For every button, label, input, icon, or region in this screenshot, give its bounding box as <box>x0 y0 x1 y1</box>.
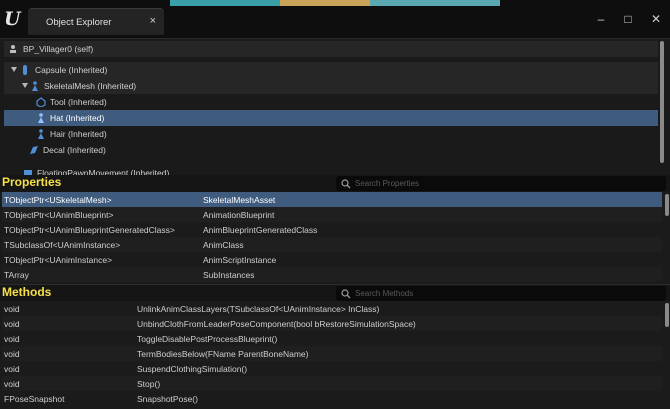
search-properties-input[interactable]: Search Properties <box>336 176 666 191</box>
skeletal-mesh-icon <box>38 129 44 139</box>
close-window-button[interactable]: ✕ <box>649 12 663 26</box>
property-type: TArray <box>4 270 29 280</box>
method-signature: Stop() <box>137 379 161 389</box>
property-name: SkeletalMeshAsset <box>203 195 276 205</box>
tree-scrollbar[interactable] <box>660 41 664 163</box>
property-row[interactable]: TArray SubInstances <box>2 267 662 282</box>
close-tab-icon[interactable]: × <box>150 15 156 27</box>
tab-object-explorer[interactable]: Object Explorer × <box>28 8 164 35</box>
capsule-component-icon <box>23 65 27 75</box>
search-icon <box>341 179 351 189</box>
property-type: TObjectPtr<UAnimBlueprintGeneratedClass> <box>4 225 175 235</box>
method-signature: SnapshotPose() <box>137 394 198 404</box>
expand-arrow-icon[interactable] <box>22 83 28 88</box>
tree-item-label: Hair (Inherited) <box>50 129 107 139</box>
tree-item-label: Decal (Inherited) <box>43 145 106 155</box>
tree-item-label: Hat (Inherited) <box>50 113 105 123</box>
tree-item-decal[interactable]: Decal (Inherited) <box>4 142 658 158</box>
unreal-logo-icon[interactable]: U <box>4 8 24 30</box>
method-signature: UnbindClothFromLeaderPoseComponent(bool … <box>137 319 416 329</box>
background-viewport-strip <box>170 0 280 6</box>
method-return-type: void <box>4 379 20 389</box>
expand-arrow-icon[interactable] <box>11 67 17 72</box>
static-mesh-icon <box>36 97 46 107</box>
search-placeholder: Search Properties <box>355 179 420 188</box>
tree-item-floatingpawnmovement[interactable]: FloatingPawnMovement (Inherited) <box>4 162 658 176</box>
method-signature: SuspendClothingSimulation() <box>137 364 248 374</box>
method-return-type: FPoseSnapshot <box>4 394 65 404</box>
method-return-type: void <box>4 319 20 329</box>
property-name: AnimationBlueprint <box>203 210 275 220</box>
properties-table: TObjectPtr<USkeletalMesh> SkeletalMeshAs… <box>0 192 670 284</box>
decal-icon <box>30 146 38 154</box>
skeletal-mesh-icon <box>38 113 44 123</box>
background-viewport-strip <box>280 0 370 6</box>
tree-item-capsule[interactable]: Capsule (Inherited) <box>4 62 658 78</box>
search-methods-input[interactable]: Search Methods <box>336 286 666 301</box>
property-type: TSubclassOf<UAnimInstance> <box>4 240 121 250</box>
property-row[interactable]: TObjectPtr<UAnimBlueprint> AnimationBlue… <box>2 207 662 222</box>
background-viewport-strip <box>370 0 500 6</box>
property-row[interactable]: TObjectPtr<UAnimBlueprintGeneratedClass>… <box>2 222 662 237</box>
method-row[interactable]: void Stop() <box>2 376 662 391</box>
method-return-type: void <box>4 349 20 359</box>
tree-item-hat[interactable]: Hat (Inherited) <box>4 110 658 126</box>
property-name: SubInstances <box>203 270 255 280</box>
property-row[interactable]: TSubclassOf<UAnimInstance> AnimClass <box>2 237 662 252</box>
minimize-button[interactable]: – <box>594 12 608 26</box>
method-return-type: void <box>4 334 20 344</box>
method-row[interactable]: FPoseSnapshot SnapshotPose() <box>2 391 662 406</box>
method-return-type: void <box>4 304 20 314</box>
method-row[interactable]: void UnlinkAnimClassLayers(TSubclassOf<U… <box>2 301 662 316</box>
methods-scrollbar[interactable] <box>665 303 669 327</box>
method-row[interactable]: void TermBodiesBelow(FName ParentBoneNam… <box>2 346 662 361</box>
tree-root-row[interactable]: BP_Villager0 (self) <box>4 41 658 57</box>
method-return-type: void <box>4 364 20 374</box>
property-name: AnimClass <box>203 240 244 250</box>
tree-item-label: SkeletalMesh (Inherited) <box>44 81 137 91</box>
tree-item-hair[interactable]: Hair (Inherited) <box>4 126 658 142</box>
property-name: AnimBlueprintGeneratedClass <box>203 225 318 235</box>
actor-icon <box>10 45 16 53</box>
method-row[interactable]: void UnbindClothFromLeaderPoseComponent(… <box>2 316 662 331</box>
method-signature: UnlinkAnimClassLayers(TSubclassOf<UAnimI… <box>137 304 380 314</box>
property-row[interactable]: TObjectPtr<UAnimInstance> AnimScriptInst… <box>2 252 662 267</box>
methods-header: Methods Search Methods <box>0 285 670 302</box>
search-placeholder: Search Methods <box>355 289 414 298</box>
tab-title: Object Explorer <box>46 17 112 28</box>
method-row[interactable]: void SuspendClothingSimulation() <box>2 361 662 376</box>
properties-header: Properties Search Properties <box>0 175 670 192</box>
properties-scrollbar[interactable] <box>665 194 669 216</box>
methods-title: Methods <box>2 285 52 299</box>
skeletal-mesh-icon <box>32 81 38 91</box>
tree-item-skeletalmesh[interactable]: SkeletalMesh (Inherited) <box>4 78 658 94</box>
property-row[interactable]: TObjectPtr<USkeletalMesh> SkeletalMeshAs… <box>2 192 662 207</box>
component-tree: BP_Villager0 (self) Capsule (Inherited) … <box>0 38 670 176</box>
methods-table: void UnlinkAnimClassLayers(TSubclassOf<U… <box>0 301 670 409</box>
property-name: AnimScriptInstance <box>203 255 277 265</box>
search-icon <box>341 289 351 299</box>
method-signature: TermBodiesBelow(FName ParentBoneName) <box>137 349 309 359</box>
method-row[interactable]: void ToggleDisablePostProcessBlueprint() <box>2 331 662 346</box>
property-type: TObjectPtr<UAnimInstance> <box>4 255 113 265</box>
property-type: TObjectPtr<UAnimBlueprint> <box>4 210 114 220</box>
maximize-button[interactable]: □ <box>621 12 635 26</box>
properties-title: Properties <box>2 175 62 189</box>
tree-item-tool[interactable]: Tool (Inherited) <box>4 94 658 110</box>
tree-item-label: Capsule (Inherited) <box>35 65 108 75</box>
property-type: TObjectPtr<USkeletalMesh> <box>4 195 112 205</box>
tree-root-label: BP_Villager0 (self) <box>23 44 94 54</box>
method-signature: ToggleDisablePostProcessBlueprint() <box>137 334 278 344</box>
tree-item-label: Tool (Inherited) <box>50 97 107 107</box>
title-bar: U Object Explorer × – □ ✕ <box>0 0 670 38</box>
